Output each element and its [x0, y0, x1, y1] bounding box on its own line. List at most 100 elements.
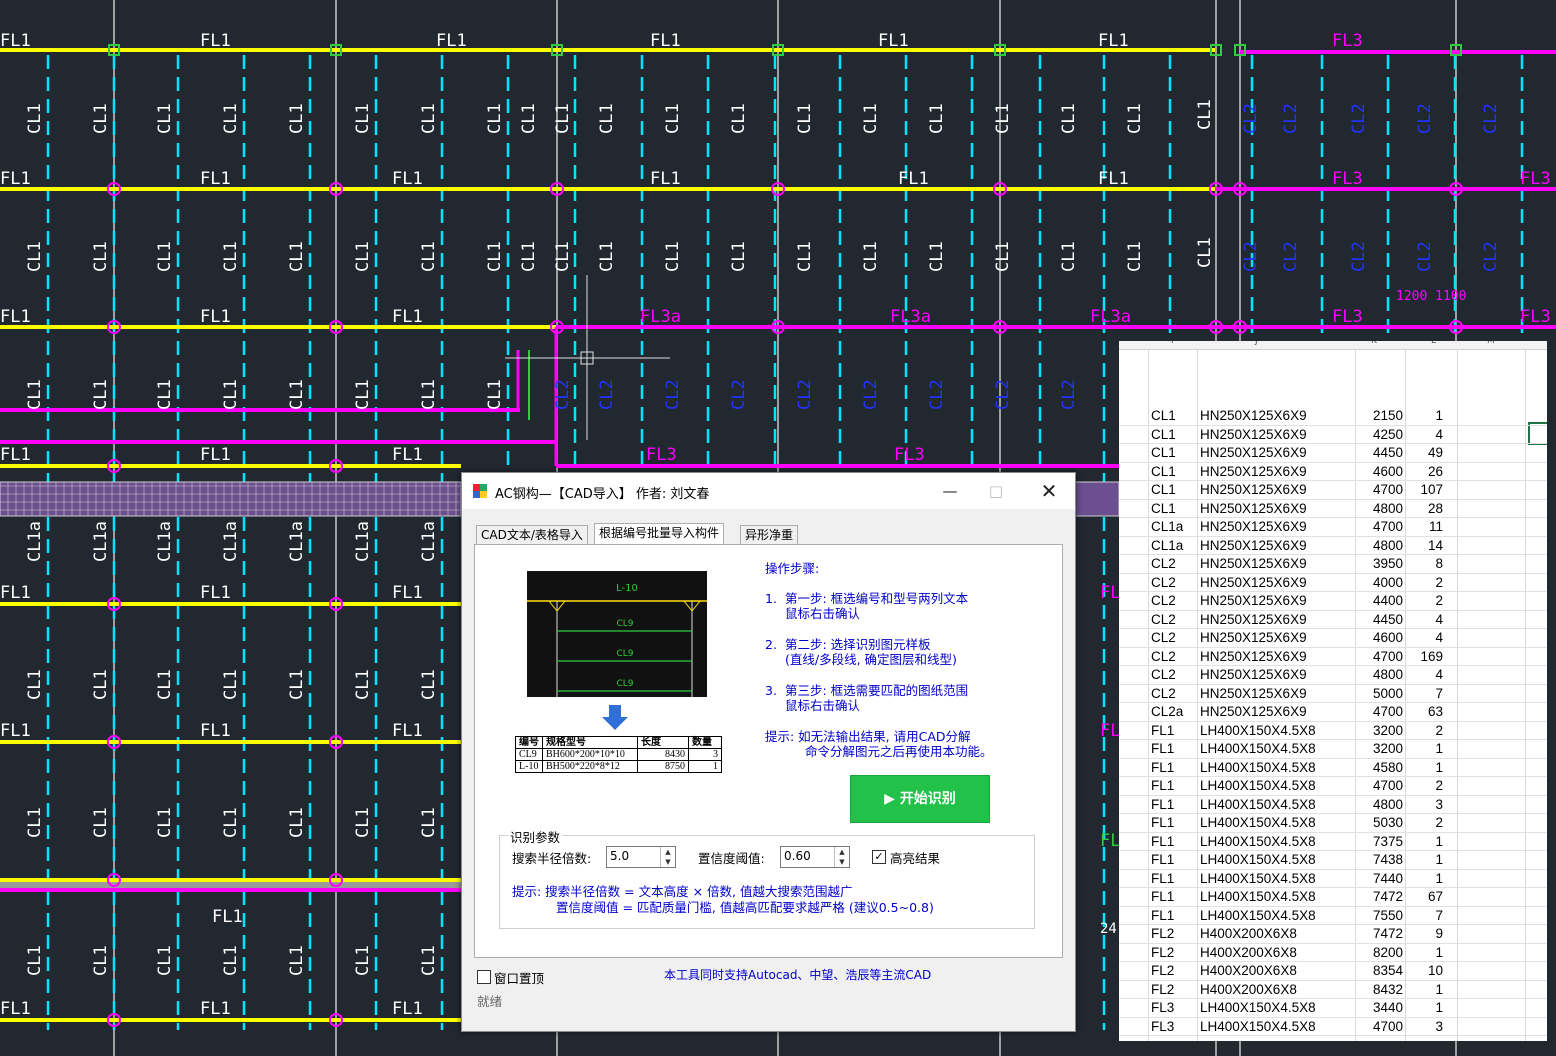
cell-id[interactable]: CL1: [1151, 463, 1176, 481]
table-row[interactable]: CL1 HN250X125X6X9 4700 107: [1119, 481, 1547, 500]
cell-length[interactable]: 4800: [1373, 537, 1403, 555]
cell-length[interactable]: 4700: [1373, 777, 1403, 795]
cell-qty[interactable]: 4: [1435, 629, 1443, 647]
table-row[interactable]: CL1 HN250X125X6X9 2150 1: [1119, 407, 1547, 426]
cell-spec[interactable]: HN250X125X6X9: [1200, 629, 1307, 647]
cell-id[interactable]: FL1: [1151, 814, 1174, 832]
cell-id[interactable]: FL1: [1151, 796, 1174, 814]
cell-qty[interactable]: 11: [1429, 518, 1443, 536]
cell-qty[interactable]: 14: [1428, 537, 1443, 555]
cell-qty[interactable]: 2: [1435, 592, 1443, 610]
cell-qty[interactable]: 1: [1435, 851, 1443, 869]
table-row[interactable]: FL1 LH400X150X4.5X8 7438 1: [1119, 851, 1547, 870]
cell-id[interactable]: FL2: [1151, 944, 1174, 962]
table-row[interactable]: CL1 HN250X125X6X9 4600 26: [1119, 463, 1547, 481]
table-row[interactable]: FL1 LH400X150X4.5X8 4580 1: [1119, 759, 1547, 777]
cell-id[interactable]: CL2: [1151, 666, 1176, 684]
cell-length[interactable]: 5000: [1373, 685, 1403, 703]
cell-length[interactable]: 3950: [1373, 555, 1403, 573]
cell-length[interactable]: 4700: [1373, 481, 1403, 499]
column-header-i[interactable]: I: [1171, 341, 1174, 346]
highlight-result-label[interactable]: 高亮结果: [890, 848, 940, 867]
table-row[interactable]: CL2 HN250X125X6X9 5000 7: [1119, 685, 1547, 703]
cell-id[interactable]: CL2: [1151, 629, 1176, 647]
cell-id[interactable]: FL1: [1151, 870, 1174, 888]
cell-length[interactable]: 8354: [1373, 962, 1403, 980]
cell-length[interactable]: 8432: [1373, 981, 1403, 999]
cell-spec[interactable]: LH400X150X4.5X8: [1200, 851, 1316, 869]
cell-spec[interactable]: HN250X125X6X9: [1200, 685, 1307, 703]
table-row[interactable]: FL1 LH400X150X4.5X8 7472 67: [1119, 888, 1547, 907]
cell-qty[interactable]: 107: [1420, 481, 1443, 499]
cell-length[interactable]: 4800: [1373, 796, 1403, 814]
cell-length[interactable]: 4600: [1373, 463, 1403, 481]
cell-id[interactable]: CL2a: [1151, 703, 1183, 721]
dialog-titlebar[interactable]: AC钢构—【CAD导入】 作者: 刘文春 — □ ✕: [462, 473, 1075, 509]
cell-spec[interactable]: HN250X125X6X9: [1200, 481, 1307, 499]
cell-qty[interactable]: 1: [1435, 407, 1443, 425]
tab-irregular-net-weight[interactable]: 异形净重: [740, 525, 799, 544]
cell-spec[interactable]: LH400X150X4.5X8: [1200, 999, 1316, 1017]
cell-qty[interactable]: 10: [1428, 962, 1443, 980]
table-row[interactable]: CL2 HN250X125X6X9 4000 2: [1119, 574, 1547, 592]
cell-id[interactable]: FL1: [1151, 759, 1174, 777]
confidence-threshold-spinner[interactable]: 0.60 ▲ ▼: [780, 846, 850, 868]
column-header-j[interactable]: J: [1255, 341, 1258, 346]
cell-id[interactable]: CL1: [1151, 407, 1176, 425]
cell-length[interactable]: 4700: [1373, 518, 1403, 536]
cell-qty[interactable]: 3: [1435, 1018, 1443, 1036]
table-row[interactable]: CL1 HN250X125X6X9 4450 49: [1119, 444, 1547, 463]
cell-qty[interactable]: 28: [1428, 500, 1443, 518]
cell-spec[interactable]: LH400X150X4.5X8: [1200, 833, 1316, 851]
cell-length[interactable]: 7438: [1373, 851, 1403, 869]
table-row[interactable]: FL1 LH400X150X4.5X8 4700 2: [1119, 777, 1547, 796]
cell-qty[interactable]: 1: [1435, 759, 1443, 777]
cell-spec[interactable]: LH400X150X4.5X8: [1200, 777, 1316, 795]
cell-id[interactable]: CL1a: [1151, 518, 1183, 536]
cell-qty[interactable]: 3: [1435, 796, 1443, 814]
cell-id[interactable]: CL1: [1151, 481, 1176, 499]
table-row[interactable]: CL1a HN250X125X6X9 4700 11: [1119, 518, 1547, 537]
table-row[interactable]: CL2 HN250X125X6X9 4600 4: [1119, 629, 1547, 648]
window-pin-label[interactable]: 窗口置顶: [494, 968, 544, 987]
table-row[interactable]: CL2 HN250X125X6X9 4700 169: [1119, 648, 1547, 666]
table-row[interactable]: FL1 LH400X150X4.5X8 3200 2: [1119, 722, 1547, 740]
cell-length[interactable]: 4400: [1373, 592, 1403, 610]
cell-spec[interactable]: LH400X150X4.5X8: [1200, 870, 1316, 888]
spin-up-icon[interactable]: ▲: [834, 847, 849, 857]
cell-id[interactable]: CL1a: [1151, 537, 1183, 555]
table-row[interactable]: FL3 LH400X150X4.5X8 3440 1: [1119, 999, 1547, 1018]
cell-id[interactable]: CL2: [1151, 611, 1176, 629]
cell-spec[interactable]: H400X200X6X8: [1200, 981, 1297, 999]
cell-spec[interactable]: LH400X150X4.5X8: [1200, 1018, 1316, 1036]
cell-id[interactable]: CL2: [1151, 685, 1176, 703]
cell-id[interactable]: FL3: [1151, 1018, 1174, 1036]
cell-spec[interactable]: HN250X125X6X9: [1200, 444, 1307, 462]
cell-qty[interactable]: 67: [1428, 888, 1443, 906]
cell-id[interactable]: CL2: [1151, 555, 1176, 573]
table-row[interactable]: FL1 LH400X150X4.5X8 5030 2: [1119, 814, 1547, 833]
cell-spec[interactable]: LH400X150X4.5X8: [1200, 722, 1316, 740]
cell-length[interactable]: 4000: [1373, 574, 1403, 592]
cell-qty[interactable]: 2: [1435, 574, 1443, 592]
cell-id[interactable]: CL2: [1151, 648, 1176, 666]
cell-spec[interactable]: LH400X150X4.5X8: [1200, 814, 1316, 832]
cell-length[interactable]: 5030: [1373, 814, 1403, 832]
cell-id[interactable]: FL1: [1151, 833, 1174, 851]
table-row[interactable]: CL2a HN250X125X6X9 4700 63: [1119, 703, 1547, 722]
search-radius-spinner[interactable]: 5.0 ▲ ▼: [606, 846, 676, 868]
cell-length[interactable]: 4580: [1373, 759, 1403, 777]
excel-sheet[interactable]: I J K L M CL1 HN250X125X6X9 2150 1 CL1 HN250X…: [1119, 341, 1547, 1041]
table-row[interactable]: CL1 HN250X125X6X9 4800 28: [1119, 500, 1547, 518]
cell-qty[interactable]: 2: [1435, 814, 1443, 832]
cell-qty[interactable]: 1: [1435, 870, 1443, 888]
cell-id[interactable]: CL1: [1151, 500, 1176, 518]
cell-spec[interactable]: HN250X125X6X9: [1200, 648, 1307, 666]
cell-length[interactable]: 3440: [1373, 999, 1403, 1017]
cell-id[interactable]: CL2: [1151, 592, 1176, 610]
cell-spec[interactable]: H400X200X6X8: [1200, 925, 1297, 943]
table-row[interactable]: CL2 HN250X125X6X9 3950 8: [1119, 555, 1547, 574]
table-row[interactable]: CL1 HN250X125X6X9 4250 4: [1119, 426, 1547, 444]
cell-length[interactable]: 3200: [1373, 740, 1403, 758]
spin-up-icon[interactable]: ▲: [660, 847, 675, 857]
